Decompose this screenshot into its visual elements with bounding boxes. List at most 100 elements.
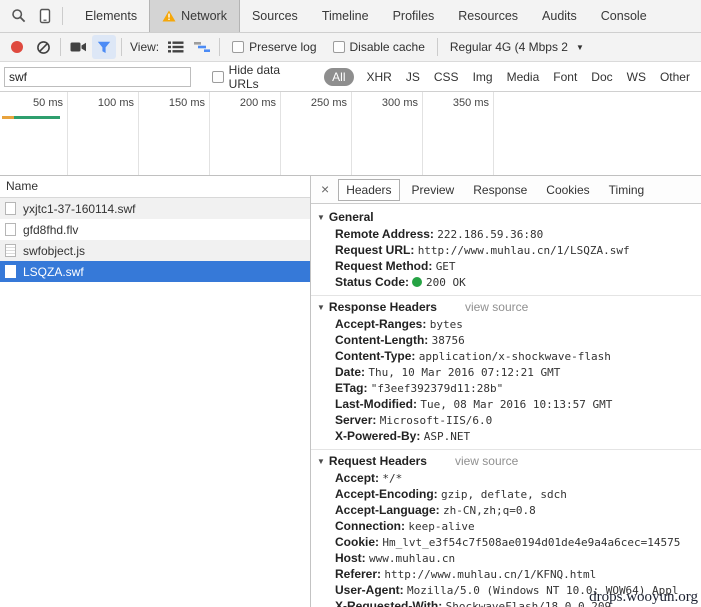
timeline-overview[interactable]: 50 ms 100 ms 150 ms 200 ms 250 ms 300 ms… [0,92,701,176]
header-line: Status Code: 200 OK [335,275,466,289]
script-file-icon [5,244,16,257]
disable-cache-checkbox[interactable]: Disable cache [332,40,425,54]
header-line: Date: Thu, 10 Mar 2016 07:12:21 GMT [335,365,561,379]
file-icon [5,265,16,278]
filter-input[interactable] [4,66,191,87]
header-line: X-Powered-By: ASP.NET [335,429,471,443]
toolbar-divider [436,38,438,56]
overview-bar-waiting [2,116,14,119]
response-headers-section-header[interactable]: ▼ Response Headers view source [311,298,701,316]
header-line: Server: Microsoft-IIS/6.0 [335,413,493,427]
tab-elements[interactable]: Elements [73,0,149,32]
gridline [280,92,281,175]
gridline [209,92,210,175]
disclosure-triangle-icon: ▼ [317,457,325,466]
main-toolbar: Elements Network Sources Timeline Profil… [0,0,701,33]
filter-bar: Hide data URLs All XHR JS CSS Img Media … [0,62,701,92]
type-filter-doc[interactable]: Doc [591,70,612,84]
request-row[interactable]: swfobject.js [0,240,310,261]
disclosure-triangle-icon: ▼ [317,303,325,312]
details-tab-bar: × Headers Preview Response Cookies Timin… [311,176,701,204]
tab-cookies[interactable]: Cookies [539,180,596,200]
gridline [138,92,139,175]
type-filter-js[interactable]: JS [406,70,420,84]
response-headers-section: ▼ Response Headers view source Accept-Rang… [311,295,701,449]
chevron-down-icon: ▼ [575,42,584,52]
type-filter-img[interactable]: Img [473,70,493,84]
gridline [422,92,423,175]
timeline-tick: 100 ms [97,97,134,109]
tab-sources[interactable]: Sources [240,0,310,32]
type-filter-ws[interactable]: WS [627,70,646,84]
header-line: ETag: "f3eef392379d11:28b" [335,381,504,395]
file-icon [5,202,16,215]
column-header-name[interactable]: Name [0,176,310,198]
timeline-tick: 350 ms [452,97,489,109]
toolbar-divider [121,38,122,56]
gridline [67,92,68,175]
close-icon[interactable]: × [315,181,338,199]
tab-preview[interactable]: Preview [405,180,462,200]
timeline-tick: 150 ms [168,97,205,109]
filter-button[interactable] [92,35,116,59]
headers-content: ▼ General Remote Address: 222.186.59.36:8… [311,204,701,607]
gridline [493,92,494,175]
toolbar-divider [219,38,221,56]
status-ok-icon [412,277,423,287]
view-source-link[interactable]: view source [455,454,518,468]
general-section-header[interactable]: ▼ General [311,208,701,226]
view-list-button[interactable] [164,35,188,59]
header-line: Request URL: http://www.muhlau.cn/1/LSQZ… [335,243,630,257]
type-filter-other[interactable]: Other [660,70,690,84]
preserve-log-checkbox[interactable]: Preserve log [232,40,317,54]
header-line: Content-Type: application/x-shockwave-fl… [335,349,611,363]
request-row[interactable]: yxjtc1-37-160114.swf [0,198,310,219]
file-icon [5,223,16,236]
type-filter-media[interactable]: Media [507,70,540,84]
type-filter-css[interactable]: CSS [434,70,459,84]
watermark: drops.wooyun.org [589,589,698,605]
waterfall-view-icon [194,42,211,52]
request-row[interactable]: gfd8fhd.flv [0,219,310,240]
tab-timing[interactable]: Timing [602,180,652,200]
type-filter-font[interactable]: Font [553,70,577,84]
tab-headers[interactable]: Headers [338,178,400,201]
requests-table: Name yxjtc1-37-160114.swf gfd8fhd.flv sw… [0,176,311,607]
record-button[interactable] [5,35,29,59]
header-line: Remote Address: 222.186.59.36:80 [335,227,544,241]
camera-icon [70,42,86,52]
header-line: Accept-Language: zh-CN,zh;q=0.8 [335,503,536,517]
timeline-tick: 50 ms [33,97,63,109]
request-row-selected[interactable]: LSQZA.swf [0,261,310,282]
header-line: Accept: */* [335,471,403,485]
checkbox-icon [332,41,345,53]
header-line: Host: www.muhlau.cn [335,551,456,565]
header-line: Referer: http://www.muhlau.cn/1/KFNQ.htm… [335,567,597,581]
hide-data-urls-checkbox[interactable]: Hide data URLs [212,63,310,91]
tab-response[interactable]: Response [466,180,534,200]
tab-profiles[interactable]: Profiles [381,0,447,32]
timeline-tick: 250 ms [310,97,347,109]
tab-resources[interactable]: Resources [446,0,530,32]
type-filter-xhr[interactable]: XHR [367,70,392,84]
warning-icon [162,10,176,22]
checkbox-icon [232,41,245,53]
request-details-panel: × Headers Preview Response Cookies Timin… [311,176,701,607]
throttling-select[interactable]: Regular 4G (4 Mbps 2 ▼ [450,40,584,54]
type-filter-all[interactable]: All [324,67,354,86]
timeline-tick: 200 ms [239,97,276,109]
screenshot-button[interactable] [66,35,90,59]
view-waterfall-button[interactable] [190,35,214,59]
inspect-element-icon[interactable] [7,4,31,28]
tab-network[interactable]: Network [149,0,240,32]
view-label: View: [130,40,160,54]
tab-console[interactable]: Console [589,0,659,32]
view-source-link[interactable]: view source [465,300,528,314]
tab-timeline[interactable]: Timeline [310,0,381,32]
request-headers-section-header[interactable]: ▼ Request Headers view source [311,452,701,470]
tab-audits[interactable]: Audits [530,0,589,32]
header-line: Cookie: Hm_lvt_e3f54c7f508ae0194d01de4e9… [335,535,681,549]
device-mode-icon[interactable] [33,4,57,28]
clear-button[interactable] [31,35,55,59]
devtools-window: Elements Network Sources Timeline Profil… [0,0,701,607]
